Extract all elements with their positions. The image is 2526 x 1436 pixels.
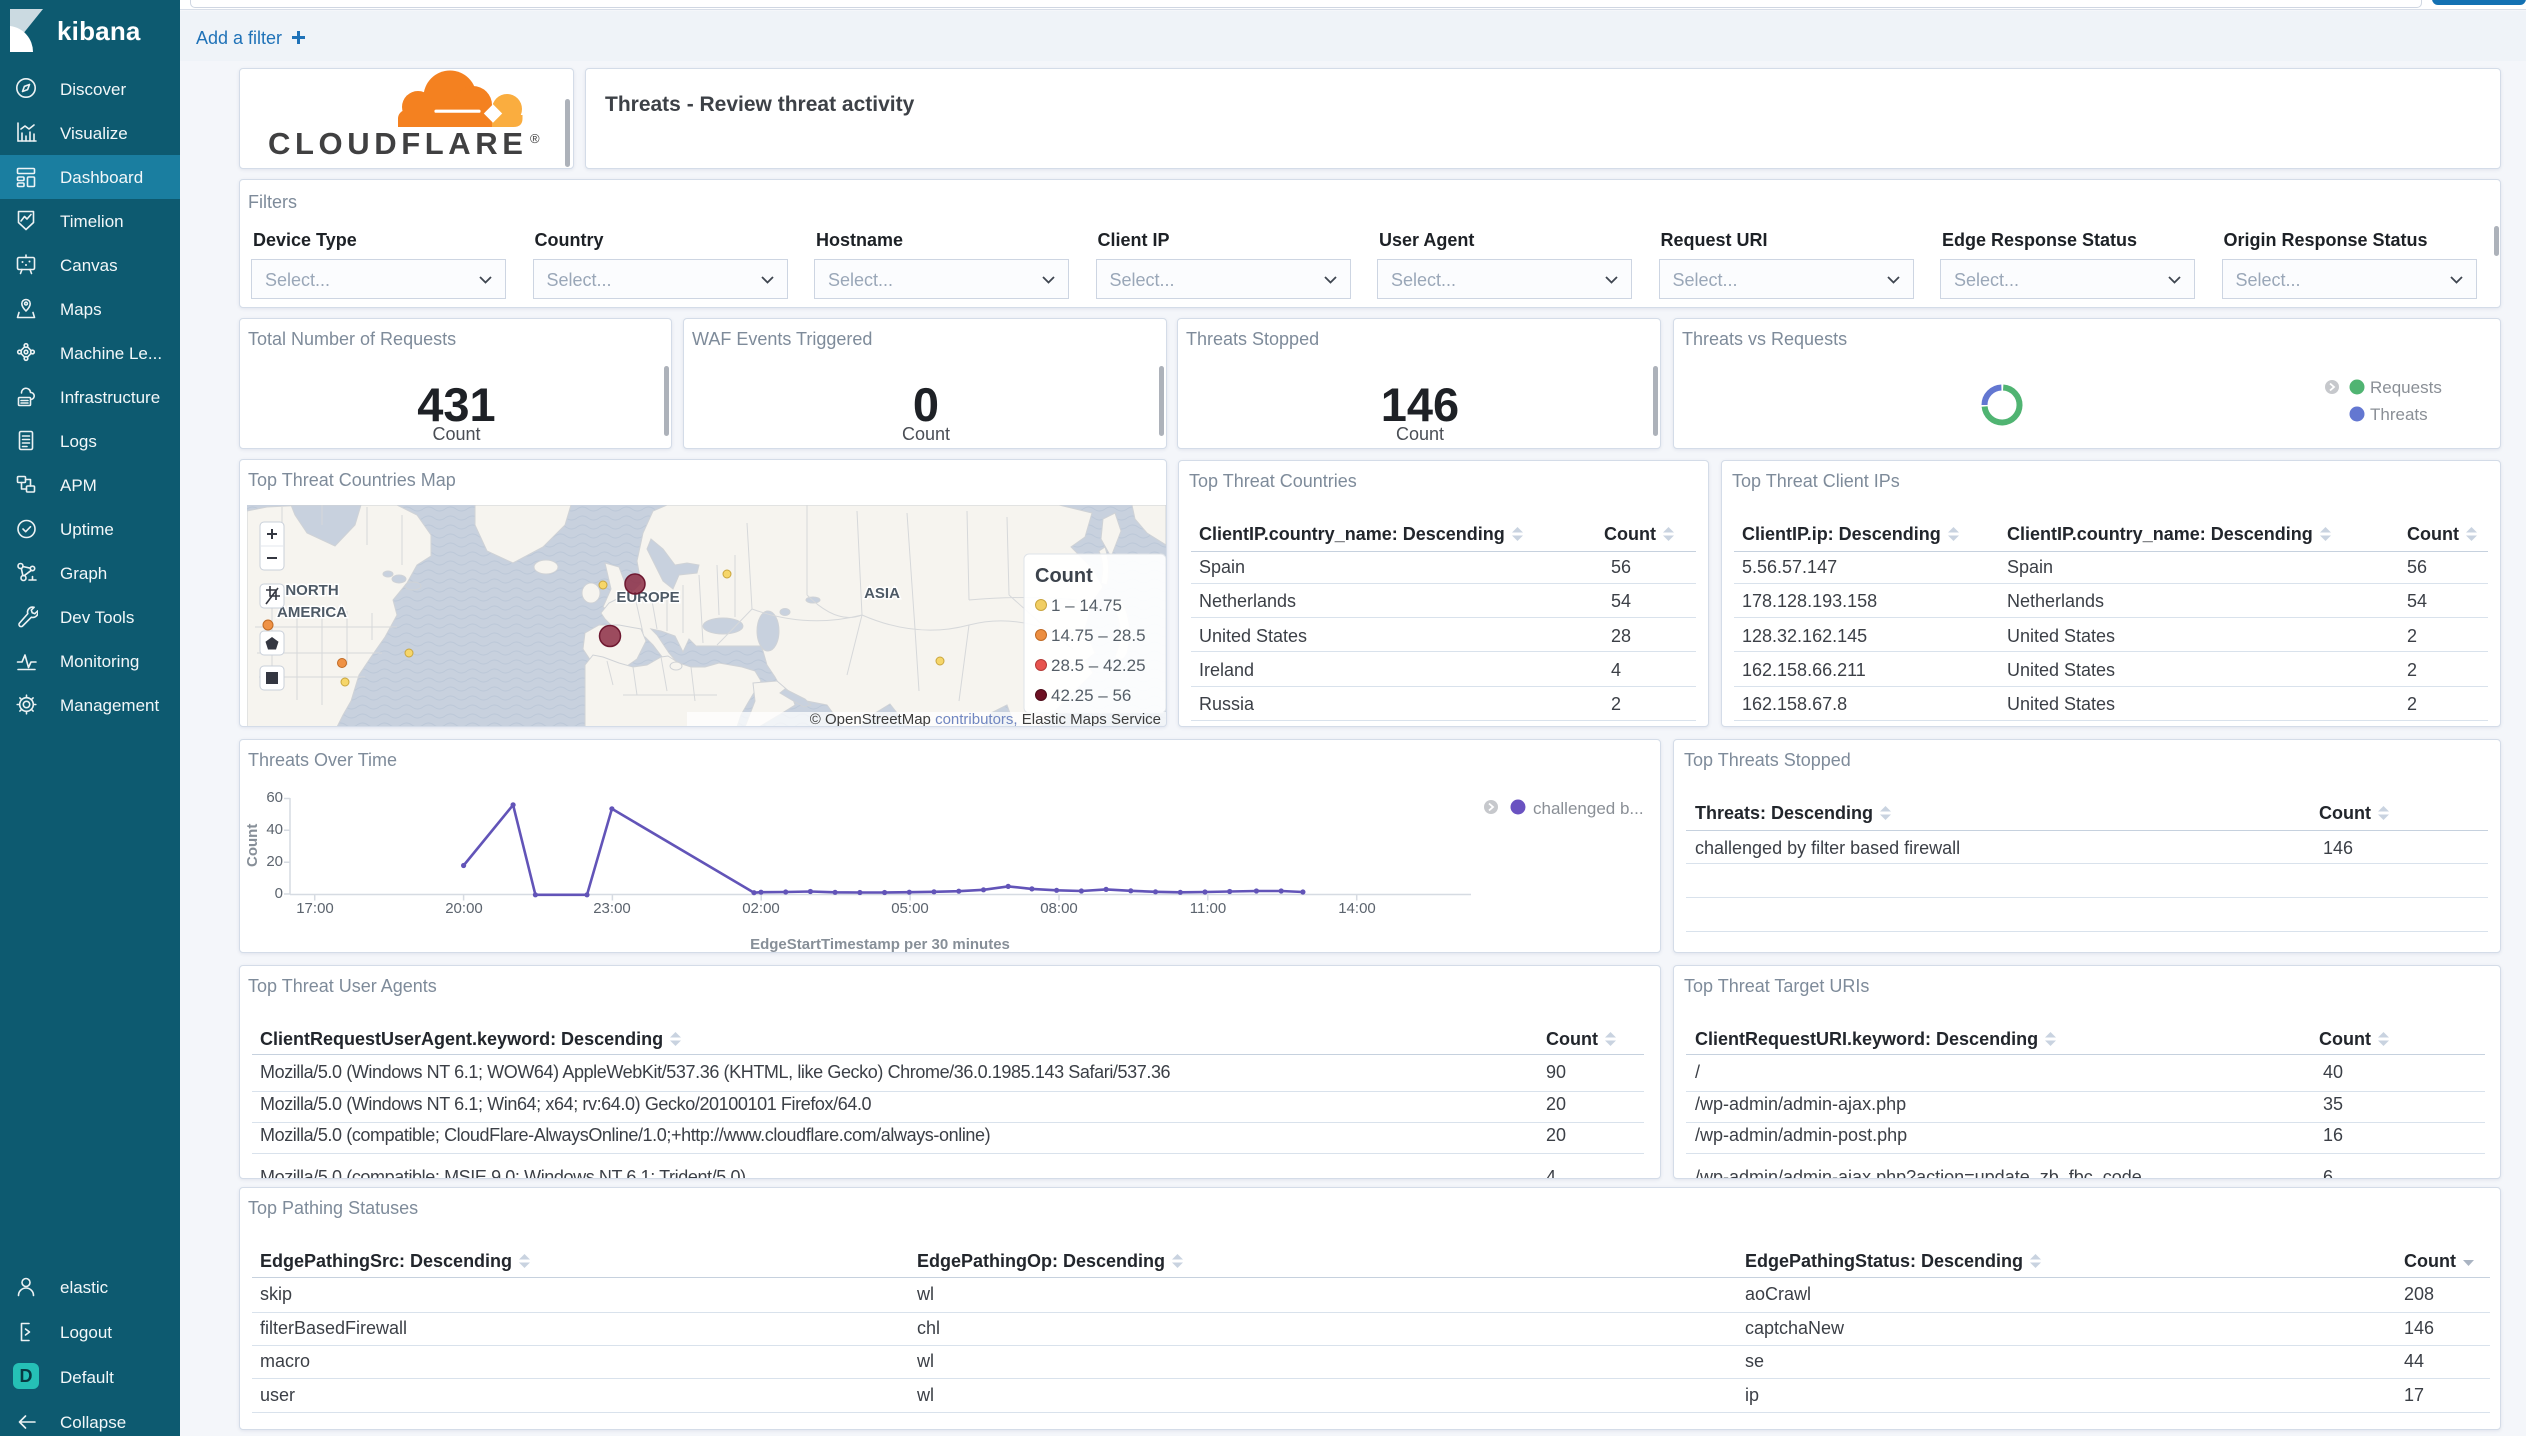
svg-text:ASIA: ASIA [864,585,900,602]
svg-text:42.25 – 56: 42.25 – 56 [1051,686,1131,705]
svg-text:28.5 – 42.25: 28.5 – 42.25 [1051,656,1146,675]
svg-text:NORTH: NORTH [285,582,338,599]
svg-text:Count: Count [1035,565,1093,587]
svg-text:EUROPE: EUROPE [616,589,679,606]
svg-text:14.75 – 28.5: 14.75 – 28.5 [1051,626,1146,645]
svg-text:1 – 14.75: 1 – 14.75 [1051,596,1122,615]
svg-text:AMERICA: AMERICA [277,604,347,621]
svg-text:© OpenStreetMap contributors,: © OpenStreetMap contributors, Elastic Ma… [810,711,1161,727]
